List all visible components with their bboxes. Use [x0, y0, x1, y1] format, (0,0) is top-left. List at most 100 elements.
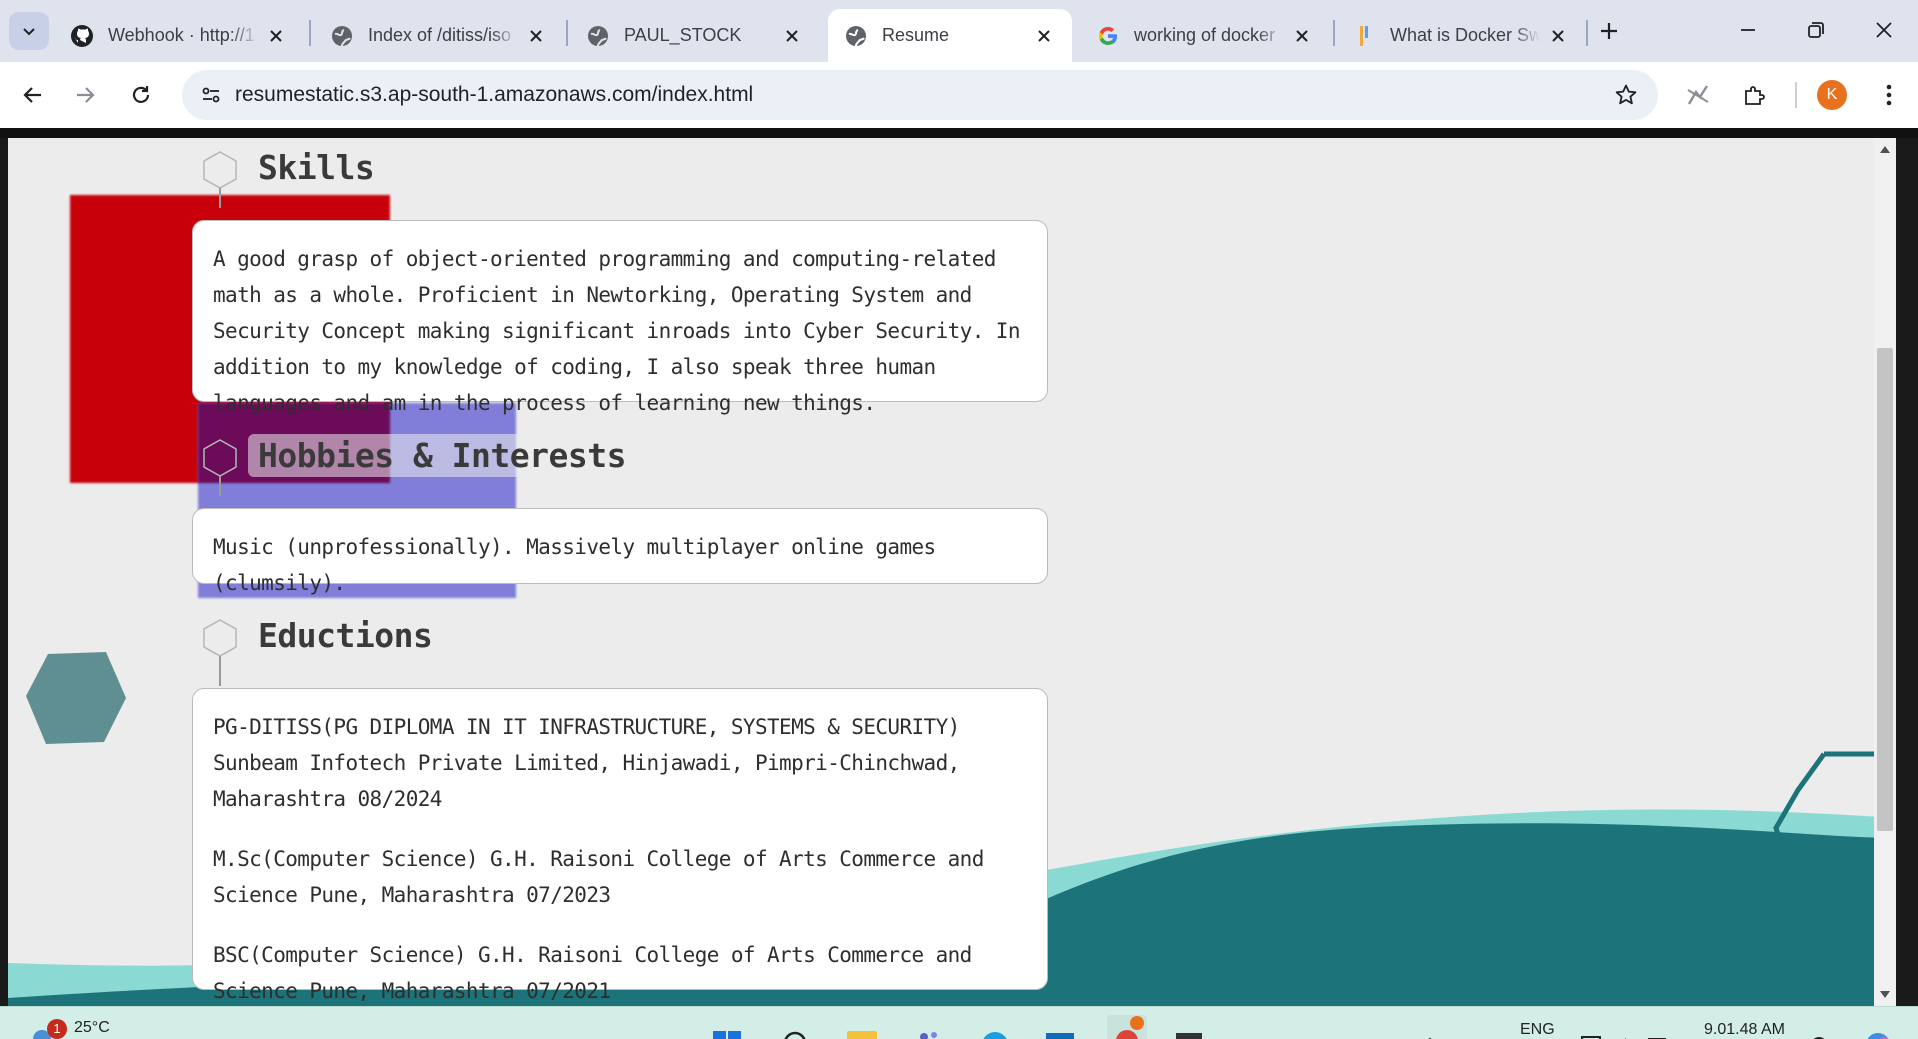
hobbies-card: Music (unprofessionally). Massively mult… — [192, 508, 1048, 595]
page-top-border — [0, 128, 1918, 138]
github-icon — [70, 24, 94, 48]
minimize-icon — [1741, 29, 1755, 31]
address-bar[interactable]: resumestatic.s3.ap-south-1.amazonaws.com… — [182, 70, 1658, 120]
timeline-hexagon-icon — [203, 151, 237, 189]
close-icon[interactable] — [524, 24, 548, 48]
battery-icon[interactable] — [1646, 1023, 1668, 1039]
tab-title: PAUL_STOCK — [624, 25, 742, 45]
globe-icon — [586, 24, 610, 48]
tab-separator — [1333, 20, 1335, 46]
close-window-button[interactable] — [1854, 10, 1914, 50]
education-heading: Eductions — [248, 614, 443, 657]
timeline-hexagon-icon — [203, 619, 237, 657]
volume-icon[interactable] — [1614, 1023, 1636, 1039]
chevron-up-icon[interactable] — [1420, 1023, 1440, 1039]
tab-working-of-docker[interactable]: working of docker — [1080, 9, 1330, 62]
mail-icon[interactable] — [1043, 1023, 1077, 1039]
tab-search-button[interactable] — [9, 12, 49, 50]
network-icon[interactable] — [1580, 1023, 1602, 1039]
tab-title: Index of /ditiss/iso — [368, 25, 512, 45]
arrow-right-icon — [77, 87, 95, 103]
windows-start-icon[interactable] — [710, 1023, 744, 1039]
reload-button[interactable] — [122, 76, 160, 114]
timeline-connector — [219, 476, 221, 496]
file-explorer-icon[interactable] — [845, 1023, 879, 1039]
close-icon[interactable] — [1032, 24, 1056, 48]
bookmark-bars-icon — [1352, 24, 1376, 48]
skills-card: A good grasp of object-oriented programm… — [192, 220, 1048, 415]
reload-icon — [132, 86, 150, 103]
browser-toolbar: resumestatic.s3.ap-south-1.amazonaws.com… — [0, 62, 1918, 128]
restore-button[interactable] — [1786, 10, 1846, 50]
education-entry: M.Sc(Computer Science) G.H. Raisoni Coll… — [213, 847, 984, 907]
education-entry: BSC(Computer Science) G.H. Raisoni Colle… — [213, 943, 972, 1003]
back-button[interactable] — [14, 76, 52, 114]
timeline-connector — [219, 656, 221, 686]
chevron-down-icon — [23, 28, 35, 36]
tab-resume[interactable]: Resume — [828, 9, 1072, 62]
tab-title: What is Docker Sw — [1390, 25, 1540, 45]
globe-icon — [330, 24, 354, 48]
profile-avatar[interactable]: K — [1817, 80, 1847, 110]
url-text[interactable]: resumestatic.s3.ap-south-1.amazonaws.com… — [235, 70, 753, 120]
close-icon — [1876, 22, 1892, 38]
tab-strip: Webhook · http://1 Index of /ditiss/iso … — [0, 0, 1918, 62]
education-heading-text: Eductions — [248, 614, 443, 657]
tab-separator — [566, 20, 568, 46]
menu-kebab-icon[interactable] — [1870, 76, 1908, 114]
scrollbar-thumb[interactable] — [1877, 348, 1893, 831]
forward-button[interactable] — [66, 76, 104, 114]
teams-icon[interactable] — [912, 1023, 946, 1039]
education-entry: PG-DITISS(PG DIPLOMA IN IT INFRASTRUCTUR… — [213, 715, 960, 811]
hobbies-heading-text: Hobbies & Interests — [248, 434, 636, 477]
close-icon[interactable] — [780, 24, 804, 48]
new-tab-button[interactable] — [1590, 14, 1628, 48]
site-info-icon[interactable] — [194, 78, 228, 112]
restore-icon — [1808, 22, 1824, 38]
tab-paul-stock[interactable]: PAUL_STOCK — [570, 9, 820, 62]
scroll-down-arrow-icon[interactable] — [1878, 988, 1892, 1002]
language-indicator[interactable]: ENG — [1520, 1021, 1555, 1039]
tab-separator — [1586, 20, 1588, 46]
skills-heading-text: Skills — [248, 146, 385, 189]
minimize-button[interactable] — [1718, 10, 1778, 50]
tab-what-is-docker-swarm[interactable]: What is Docker Sw — [1336, 9, 1586, 62]
vertical-scrollbar[interactable] — [1874, 138, 1896, 1006]
copilot-icon[interactable] — [1858, 1023, 1898, 1039]
skills-text: A good grasp of object-oriented programm… — [213, 247, 1020, 415]
globe-icon — [844, 24, 868, 48]
windows-taskbar: 1 25°C ENG 9.01.48 AM — [0, 1006, 1918, 1039]
extensions-puzzle-icon[interactable] — [1735, 76, 1773, 114]
close-icon[interactable] — [1546, 24, 1570, 48]
terminal-icon[interactable] — [1172, 1023, 1206, 1039]
arrow-left-icon — [23, 87, 41, 103]
search-icon[interactable] — [778, 1023, 812, 1039]
toolbar-separator — [1795, 82, 1797, 108]
scroll-up-arrow-icon[interactable] — [1878, 142, 1892, 156]
bookmark-star-icon[interactable] — [1610, 79, 1642, 111]
close-icon[interactable] — [264, 24, 288, 48]
hobbies-heading: Hobbies & Interests — [248, 434, 636, 477]
timeline-hexagon-icon — [203, 439, 237, 477]
timeline-connector — [219, 188, 221, 208]
tab-title: Resume — [882, 25, 950, 45]
notifications-bell-icon[interactable] — [1808, 1023, 1830, 1039]
page-viewport: Skills A good grasp of object-oriented p… — [8, 138, 1896, 1006]
hobbies-text: Music (unprofessionally). Massively mult… — [213, 535, 936, 595]
performance-icon[interactable] — [1679, 76, 1717, 114]
tab-webhook[interactable]: Webhook · http://1 — [54, 9, 304, 62]
skills-heading: Skills — [248, 146, 385, 189]
education-card: PG-DITISS(PG DIPLOMA IN IT INFRASTRUCTUR… — [192, 688, 1048, 1003]
cloud-icon[interactable] — [1470, 1023, 1490, 1039]
edge-icon[interactable] — [978, 1023, 1012, 1039]
tab-title: working of docker — [1134, 25, 1276, 45]
close-icon[interactable] — [1290, 24, 1314, 48]
tab-index-ditiss[interactable]: Index of /ditiss/iso — [314, 9, 564, 62]
clock-time[interactable]: 9.01.48 AM — [1704, 1021, 1785, 1039]
tab-separator — [309, 20, 311, 46]
tab-title: Webhook · http://1 — [108, 25, 255, 45]
plus-icon — [1601, 23, 1617, 39]
notification-badge: 1 — [47, 1019, 67, 1039]
weather-temperature[interactable]: 25°C — [74, 1019, 110, 1037]
chrome-icon[interactable] — [1107, 1015, 1147, 1039]
